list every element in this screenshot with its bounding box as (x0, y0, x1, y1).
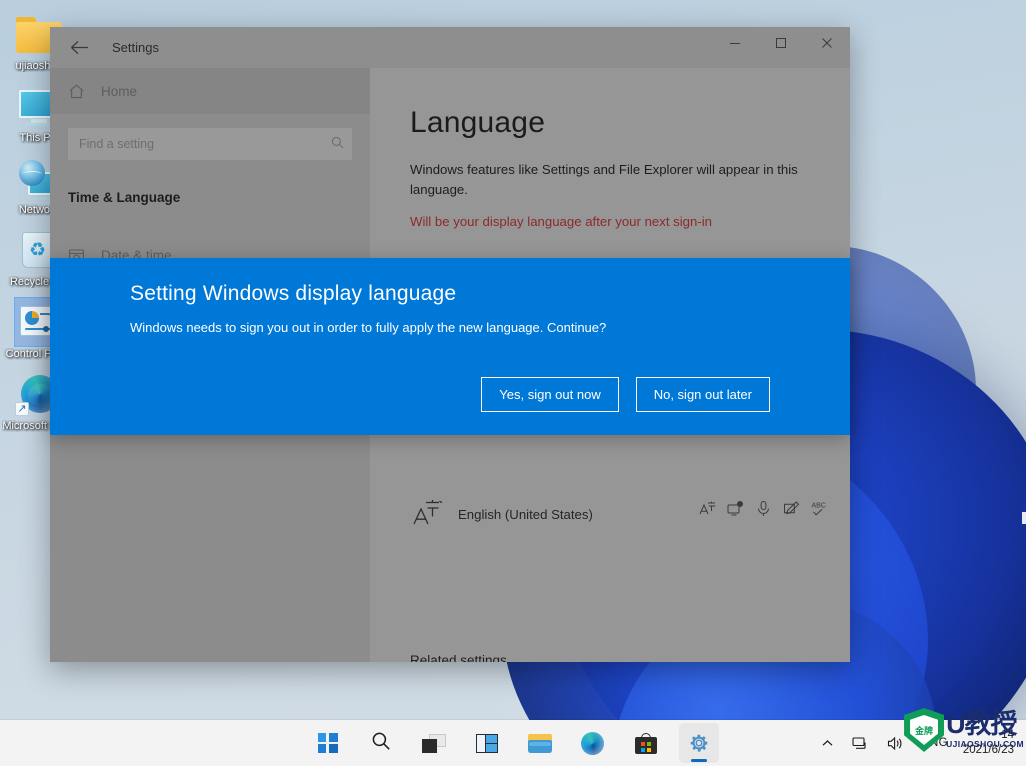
tray-clock-time: 14 (1001, 729, 1014, 741)
widgets-icon (475, 733, 498, 753)
dialog-message: Windows needs to sign you out in order t… (130, 320, 607, 335)
windows-start-icon (317, 733, 338, 753)
window-titlebar: Settings (50, 27, 850, 68)
dialog-button-row: Yes, sign out now No, sign out later (481, 377, 770, 412)
store-icon (634, 732, 657, 754)
page-description: Windows features like Settings and File … (410, 162, 798, 197)
language-name: English (United States) (458, 506, 593, 522)
home-icon (68, 83, 85, 100)
translate-icon (699, 500, 716, 517)
microsoft-store-button[interactable] (626, 723, 666, 763)
sidebar-item-home[interactable]: Home (50, 68, 370, 114)
search-input[interactable]: Find a setting (68, 128, 352, 160)
sidebar-search-wrap: Find a setting (50, 114, 370, 160)
cursor-artifact (1022, 512, 1026, 524)
edge-button[interactable] (573, 723, 613, 763)
sidebar-section-title: Time & Language (68, 190, 181, 205)
gear-icon (688, 732, 710, 754)
settings-button[interactable] (678, 723, 719, 763)
dialog-title: Setting Windows display language (130, 282, 457, 305)
svg-text:ABC: ABC (812, 503, 826, 510)
back-arrow-icon[interactable] (58, 32, 100, 64)
search-icon (371, 731, 391, 756)
file-explorer-button[interactable] (520, 723, 560, 763)
system-tray: ENG 14 2021/6/23 (818, 720, 1018, 766)
taskbar: ENG 14 2021/6/23 金牌 U教授 UJIAOSHOU.COM (0, 708, 1026, 766)
widgets-button[interactable] (467, 723, 507, 763)
window-title: Settings (112, 40, 159, 55)
task-view-button[interactable] (414, 723, 454, 763)
display-language-dialog: Setting Windows display language Windows… (50, 258, 850, 435)
language-capability-icons: ABC (699, 500, 828, 517)
tray-clock-date: 2021/6/23 (962, 744, 1014, 756)
spellcheck-abc-icon: ABC (811, 500, 828, 517)
desktop: ujiaoshou This PC Network ♻ Recycle Bin … (0, 0, 1026, 766)
handwriting-pen-icon (783, 500, 800, 517)
file-explorer-icon (527, 733, 552, 753)
minimize-button[interactable] (712, 27, 758, 59)
tray-network-icon[interactable] (849, 729, 872, 757)
tray-language-indicator[interactable]: ENG (919, 729, 951, 757)
tray-volume-icon[interactable] (884, 729, 907, 757)
page-title: Language (410, 106, 546, 139)
task-view-icon (421, 733, 446, 753)
taskbar-app-group (308, 723, 719, 763)
yes-sign-out-now-button[interactable]: Yes, sign out now (481, 377, 619, 412)
shortcut-arrow-icon: ↗ (15, 402, 29, 416)
tray-clock[interactable]: 14 2021/6/23 (963, 728, 1018, 758)
sidebar-home-label: Home (101, 83, 138, 99)
display-language-icon (727, 500, 744, 517)
related-settings-heading: Related settings (410, 653, 507, 662)
start-button[interactable] (308, 723, 348, 763)
language-list-item[interactable]: English (United States) ABC (410, 486, 828, 542)
speech-microphone-icon (755, 500, 772, 517)
search-placeholder: Find a setting (79, 137, 155, 151)
close-button[interactable] (804, 27, 850, 59)
sign-in-warning-text: Will be your display language after your… (410, 214, 713, 229)
tray-chevron-up-icon[interactable] (818, 729, 837, 757)
window-controls (712, 27, 850, 59)
edge-icon (581, 731, 604, 755)
no-sign-out-later-button[interactable]: No, sign out later (635, 377, 770, 412)
search-icon (331, 136, 344, 152)
language-script-icon (410, 494, 450, 534)
maximize-button[interactable] (758, 27, 804, 59)
search-button[interactable] (361, 723, 401, 763)
